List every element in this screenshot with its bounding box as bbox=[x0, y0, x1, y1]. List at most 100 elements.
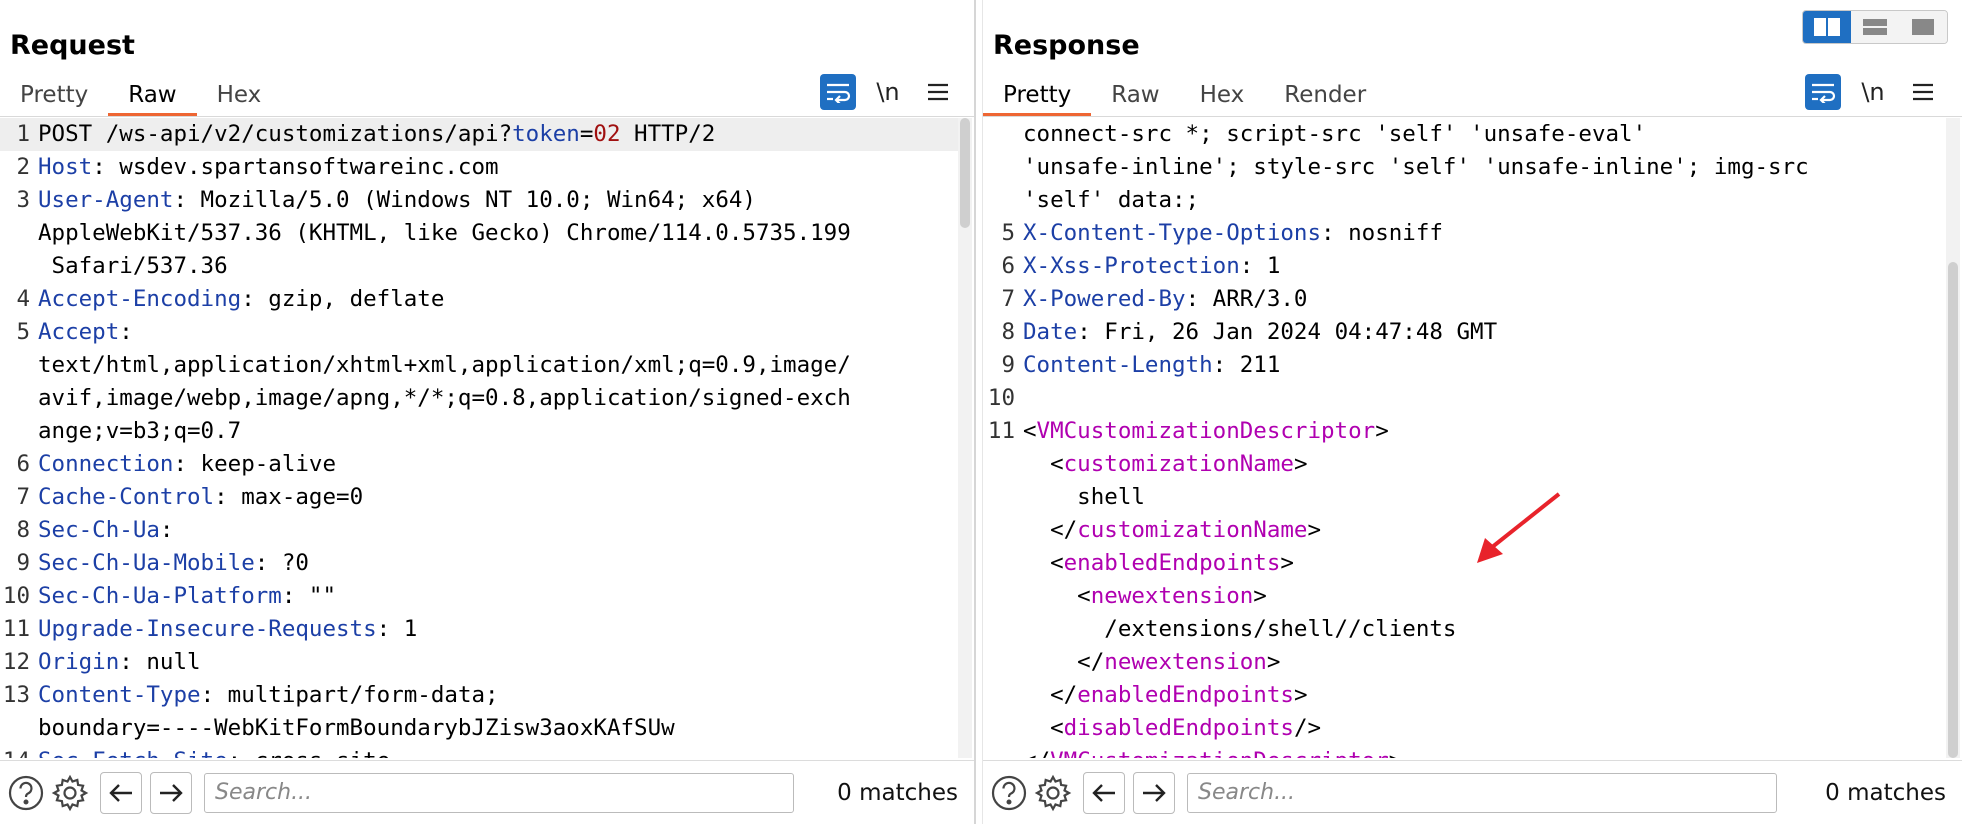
previous-match-button[interactable] bbox=[1083, 771, 1125, 814]
code-text: : multipart/form-data; bbox=[200, 682, 499, 708]
xml-tag-name: newextension bbox=[1090, 583, 1254, 609]
code-text: < bbox=[1023, 451, 1064, 477]
response-tab-pretty[interactable]: Pretty bbox=[983, 78, 1092, 116]
code-text: < bbox=[1023, 583, 1091, 609]
line-text: <disabledEndpoints/> bbox=[1023, 712, 1321, 745]
word-wrap-icon[interactable] bbox=[1805, 74, 1841, 110]
code-line: avif,image/webp,image/apng,*/*;q=0.8,app… bbox=[0, 382, 962, 415]
code-text: > bbox=[1293, 451, 1308, 477]
code-text: /> bbox=[1293, 715, 1322, 741]
request-tabs: Pretty Raw Hex bbox=[0, 78, 281, 116]
code-line: 9 Sec-Ch-Ua-Mobile: ?0 bbox=[0, 547, 962, 580]
response-search-input[interactable] bbox=[1187, 772, 1777, 813]
header-name: Sec-Ch-Ua-Mobile bbox=[38, 550, 255, 576]
help-icon[interactable] bbox=[4, 771, 48, 815]
line-text: <customizationName> bbox=[1023, 448, 1307, 481]
layout-stacked-icon[interactable] bbox=[1851, 11, 1899, 43]
layout-side-by-side-icon[interactable] bbox=[1803, 11, 1851, 43]
request-scroll-thumb[interactable] bbox=[960, 118, 970, 228]
code-text: avif,image/webp,image/apng,*/*;q=0.8,app… bbox=[38, 385, 851, 411]
line-number: 7 bbox=[16, 484, 30, 510]
header-name: Upgrade-Insecure-Requests bbox=[38, 616, 377, 642]
xml-tag-name: VMCustomizationDescriptor bbox=[1036, 418, 1376, 444]
line-number: 10 bbox=[2, 583, 30, 609]
code-text: : gzip, deflate bbox=[241, 286, 445, 312]
next-match-button[interactable] bbox=[1133, 771, 1175, 814]
request-editor[interactable]: 1 POST /ws-api/v2/customizations/api?toke… bbox=[0, 118, 962, 758]
line-text: Sec-Fetch-Site: cross-site bbox=[38, 745, 390, 758]
response-editor[interactable]: connect-src *; script-src 'self' 'unsafe… bbox=[983, 118, 1943, 758]
request-scrollbar[interactable] bbox=[958, 118, 972, 758]
line-text: <newextension> bbox=[1023, 580, 1267, 613]
line-text: ange;v=b3;q=0.7 bbox=[38, 415, 241, 448]
line-number bbox=[983, 514, 1023, 547]
code-text: : Fri, 26 Jan 2024 04:47:48 GMT bbox=[1077, 319, 1498, 345]
line-number bbox=[983, 448, 1023, 481]
request-search-input[interactable] bbox=[204, 772, 794, 813]
line-text: X-Content-Type-Options: nosniff bbox=[1023, 217, 1443, 250]
request-tab-pretty[interactable]: Pretty bbox=[0, 78, 108, 116]
header-name: Cache-Control bbox=[38, 484, 215, 510]
newline-toggle-icon[interactable]: \n bbox=[1855, 74, 1891, 110]
layout-single-icon[interactable] bbox=[1899, 11, 1947, 43]
line-text: 'self' data:; bbox=[1023, 184, 1199, 217]
code-text: 'self' data:; bbox=[1023, 187, 1200, 213]
header-name: Origin bbox=[38, 649, 120, 675]
line-number: 11 bbox=[2, 616, 30, 642]
line-number: 8 bbox=[1001, 319, 1015, 345]
code-line: 14Sec-Fetch-Site: cross-site bbox=[0, 745, 962, 758]
line-number bbox=[983, 580, 1023, 613]
line-number bbox=[983, 151, 1023, 184]
response-scrollbar[interactable] bbox=[1946, 118, 1960, 758]
pane-divider[interactable] bbox=[974, 0, 983, 824]
code-line: connect-src *; script-src 'self' 'unsafe… bbox=[983, 118, 1943, 151]
line-text: X-Xss-Protection: 1 bbox=[1023, 250, 1280, 283]
gear-icon[interactable] bbox=[1031, 771, 1075, 815]
line-text: avif,image/webp,image/apng,*/*;q=0.8,app… bbox=[38, 382, 851, 415]
code-line: 10 Sec-Ch-Ua-Platform: "" bbox=[0, 580, 962, 613]
request-pane: Request Pretty Raw Hex \n 1 POST /ws-api/… bbox=[0, 0, 974, 824]
line-number: 1 bbox=[16, 121, 30, 147]
response-scroll-thumb[interactable] bbox=[1948, 262, 1958, 758]
line-number: 11 bbox=[987, 418, 1015, 444]
code-line: 5 Accept: bbox=[0, 316, 962, 349]
code-line: </newextension> bbox=[983, 646, 1943, 679]
header-name: Accept-Encoding bbox=[38, 286, 242, 312]
menu-icon[interactable] bbox=[1905, 74, 1941, 110]
code-text: : wsdev.spartansoftwareinc.com bbox=[92, 154, 499, 180]
line-text: Content-Type: multipart/form-data; bbox=[38, 679, 499, 712]
request-search-bar: 0 matches bbox=[0, 760, 974, 824]
xml-tag-name: disabledEndpoints bbox=[1063, 715, 1294, 741]
line-number: 2 bbox=[16, 154, 30, 180]
request-tab-hex[interactable]: Hex bbox=[197, 78, 282, 116]
request-tab-raw[interactable]: Raw bbox=[108, 78, 197, 116]
help-icon[interactable] bbox=[987, 771, 1031, 815]
code-line: 'self' data:; bbox=[983, 184, 1943, 217]
newline-toggle-icon[interactable]: \n bbox=[870, 74, 906, 110]
code-line: 11 <VMCustomizationDescriptor> bbox=[983, 415, 1943, 448]
response-tab-render[interactable]: Render bbox=[1264, 78, 1386, 116]
previous-match-button[interactable] bbox=[100, 771, 142, 814]
code-line: 'unsafe-inline'; style-src 'self' 'unsaf… bbox=[983, 151, 1943, 184]
line-text: Host: wsdev.spartansoftwareinc.com bbox=[38, 151, 499, 184]
line-number bbox=[983, 613, 1023, 646]
header-name: X-Xss-Protection bbox=[1023, 253, 1240, 279]
line-text: User-Agent: Mozilla/5.0 (Windows NT 10.0… bbox=[38, 184, 756, 217]
menu-icon[interactable] bbox=[920, 74, 956, 110]
line-number bbox=[983, 745, 1023, 758]
line-number: 10 bbox=[987, 385, 1015, 411]
code-line: <newextension> bbox=[983, 580, 1943, 613]
line-number bbox=[983, 646, 1023, 679]
request-toolbar: \n bbox=[820, 74, 956, 110]
response-search-bar: 0 matches bbox=[983, 760, 1962, 824]
gear-icon[interactable] bbox=[48, 771, 92, 815]
word-wrap-icon[interactable] bbox=[820, 74, 856, 110]
line-number bbox=[983, 547, 1023, 580]
response-tab-hex[interactable]: Hex bbox=[1180, 78, 1265, 116]
line-number: 12 bbox=[2, 649, 30, 675]
code-text: text/html,application/xhtml+xml,applicat… bbox=[38, 352, 851, 378]
code-text: </ bbox=[1023, 649, 1105, 675]
next-match-button[interactable] bbox=[150, 771, 192, 814]
code-line: 6 X-Xss-Protection: 1 bbox=[983, 250, 1943, 283]
response-tab-raw[interactable]: Raw bbox=[1091, 78, 1179, 116]
